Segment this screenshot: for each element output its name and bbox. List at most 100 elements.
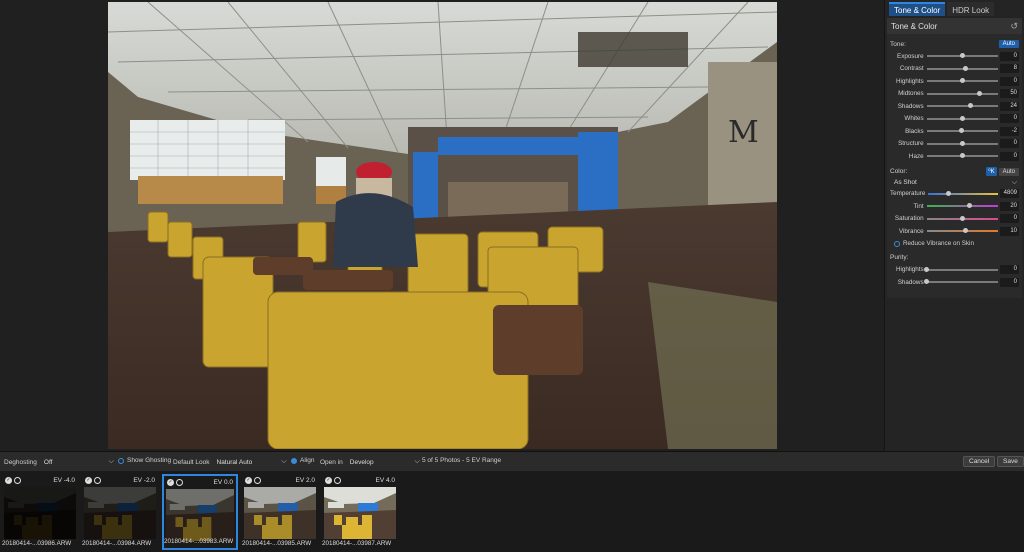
slider-value-field[interactable]: 0 xyxy=(999,214,1020,224)
slider-knob[interactable] xyxy=(959,215,965,221)
show-ghosting-label: Show Ghosting xyxy=(127,457,172,464)
slider-value-field[interactable]: 24 xyxy=(999,101,1020,111)
thumbnail-header: ✓ EV 2.0 xyxy=(242,474,318,486)
hdr-preview-photo: M S xyxy=(108,2,777,449)
default-look-label: Default Look xyxy=(173,458,210,466)
filmstrip-thumbnail[interactable]: ✓ EV -4.0 20180414-...03986.ARW xyxy=(2,474,78,550)
thumbnail-image xyxy=(166,489,234,541)
slider-value-field[interactable]: 4809 xyxy=(999,189,1019,199)
slider-track[interactable] xyxy=(928,190,998,196)
svg-text:M: M xyxy=(728,115,759,150)
purity-group-header: Purity: xyxy=(890,252,1019,264)
thumbnail-header: ✓ EV -4.0 xyxy=(2,474,78,486)
slider-value-field[interactable]: 50 xyxy=(999,89,1020,99)
thumbnail-image xyxy=(244,487,316,539)
filmstrip-thumbnail[interactable]: ✓ EV -2.0 20180414-...03984.ARW xyxy=(82,474,158,550)
checkmark-icon[interactable]: ✓ xyxy=(85,476,92,484)
slider-value-field[interactable]: 0 xyxy=(999,76,1020,86)
checkmark-icon[interactable]: ✓ xyxy=(5,476,12,484)
slider-track[interactable] xyxy=(926,53,998,59)
eyedropper-icon[interactable]: ⁰K xyxy=(986,167,997,176)
slider-knob[interactable] xyxy=(959,140,965,146)
slider-value-field[interactable]: 10 xyxy=(999,226,1020,236)
slider-value-field[interactable]: 0 xyxy=(999,51,1020,61)
slider-track[interactable] xyxy=(926,153,998,159)
circle-icon[interactable] xyxy=(334,476,341,484)
slider-value-field[interactable]: 0 xyxy=(999,277,1020,287)
slider-knob[interactable] xyxy=(924,279,930,285)
toggle-circle-icon xyxy=(894,240,900,247)
slider-knob[interactable] xyxy=(959,78,965,84)
align-radio xyxy=(291,457,297,464)
slider-track[interactable] xyxy=(926,140,998,146)
slider-track[interactable] xyxy=(926,65,998,71)
slider-row: Haze 0 xyxy=(890,150,1020,163)
slider-value-field[interactable]: 20 xyxy=(999,201,1020,211)
thumbnail-image xyxy=(324,487,396,539)
slider-value-field[interactable]: 8 xyxy=(999,64,1020,74)
slider-track[interactable] xyxy=(926,115,998,121)
filmstrip-thumbnail[interactable]: ✓ EV 0.0 20180414-...03983.ARW xyxy=(162,474,238,550)
show-ghosting-toggle[interactable]: Show Ghosting xyxy=(118,457,171,464)
checkmark-icon[interactable]: ✓ xyxy=(325,476,332,484)
slider-track[interactable] xyxy=(924,279,998,285)
thumbnail-header: ✓ EV -2.0 xyxy=(82,474,158,486)
slider-label: Blacks xyxy=(905,127,924,135)
deghosting-dropdown[interactable]: Off ⌵ xyxy=(44,457,114,467)
circle-icon[interactable] xyxy=(176,478,183,486)
circle-icon[interactable] xyxy=(14,476,21,484)
slider-knob[interactable] xyxy=(966,203,972,209)
align-toggle[interactable]: Align xyxy=(291,457,314,464)
slider-label: Vibrance xyxy=(898,227,924,235)
slider-knob[interactable] xyxy=(968,103,974,109)
slider-track[interactable] xyxy=(926,203,998,209)
slider-knob[interactable] xyxy=(959,115,965,121)
slider-value-field[interactable]: -2 xyxy=(999,126,1020,136)
open-in-dropdown[interactable]: Develop ⌵ xyxy=(350,457,420,467)
slider-value-field[interactable]: 0 xyxy=(999,151,1020,161)
deghosting-value: Off xyxy=(43,458,53,466)
slider-track[interactable] xyxy=(926,128,998,134)
circle-icon[interactable] xyxy=(254,476,261,484)
slider-knob[interactable] xyxy=(962,65,968,71)
slider-value-field[interactable]: 0 xyxy=(999,114,1020,124)
slider-track[interactable] xyxy=(926,103,998,109)
circle-icon[interactable] xyxy=(94,476,101,484)
reduce-vibrance-label: Reduce Vibrance on Skin xyxy=(903,240,974,247)
checkmark-icon[interactable]: ✓ xyxy=(167,478,174,486)
slider-track[interactable] xyxy=(926,90,998,96)
filmstrip-thumbnail[interactable]: ✓ EV 2.0 20180414-...03985.ARW xyxy=(242,474,318,550)
slider-value-field[interactable]: 0 xyxy=(999,139,1020,149)
color-label: Color: xyxy=(890,168,908,175)
slider-track[interactable] xyxy=(926,78,998,84)
tab-tone-color[interactable]: Tone & Color xyxy=(889,2,946,16)
show-ghosting-radio xyxy=(118,457,124,464)
save-button[interactable]: Save xyxy=(997,456,1024,467)
slider-row: Vibrance 10 xyxy=(890,225,1020,238)
default-look-dropdown[interactable]: Natural Auto ⌵ xyxy=(217,457,287,467)
slider-knob[interactable] xyxy=(946,190,952,196)
slider-track[interactable] xyxy=(924,266,998,272)
color-auto-button[interactable]: Auto xyxy=(998,167,1019,176)
bottom-toolbar: Deghosting Off ⌵ Show Ghosting Default L… xyxy=(0,451,1024,471)
tone-auto-button[interactable]: Auto xyxy=(998,40,1019,48)
slider-knob[interactable] xyxy=(959,53,965,59)
slider-knob[interactable] xyxy=(958,128,964,134)
checkmark-icon[interactable]: ✓ xyxy=(245,476,252,484)
slider-knob[interactable] xyxy=(963,228,969,234)
slider-knob[interactable] xyxy=(959,153,965,159)
slider-track[interactable] xyxy=(926,215,998,221)
cancel-button[interactable]: Cancel xyxy=(963,456,996,467)
filmstrip-thumbnail[interactable]: ✓ EV 4.0 20180414-...03987.ARW xyxy=(322,474,398,550)
reduce-vibrance-toggle[interactable]: Reduce Vibrance on Skin xyxy=(890,238,1019,250)
section-header[interactable]: Tone & Color ↺ xyxy=(887,18,1022,34)
slider-value-field[interactable]: 0 xyxy=(999,265,1020,275)
slider-knob[interactable] xyxy=(977,90,983,96)
thumbnail-header: ✓ EV 0.0 xyxy=(164,476,236,488)
slider-track[interactable] xyxy=(926,228,998,234)
white-balance-dropdown[interactable]: As Shot ⌵ xyxy=(890,178,1019,188)
reset-icon[interactable]: ↺ xyxy=(1010,21,1018,32)
slider-knob[interactable] xyxy=(924,266,930,272)
tab-hdr-look[interactable]: HDR Look xyxy=(947,2,995,16)
chevron-down-icon: ⌵ xyxy=(414,458,420,465)
